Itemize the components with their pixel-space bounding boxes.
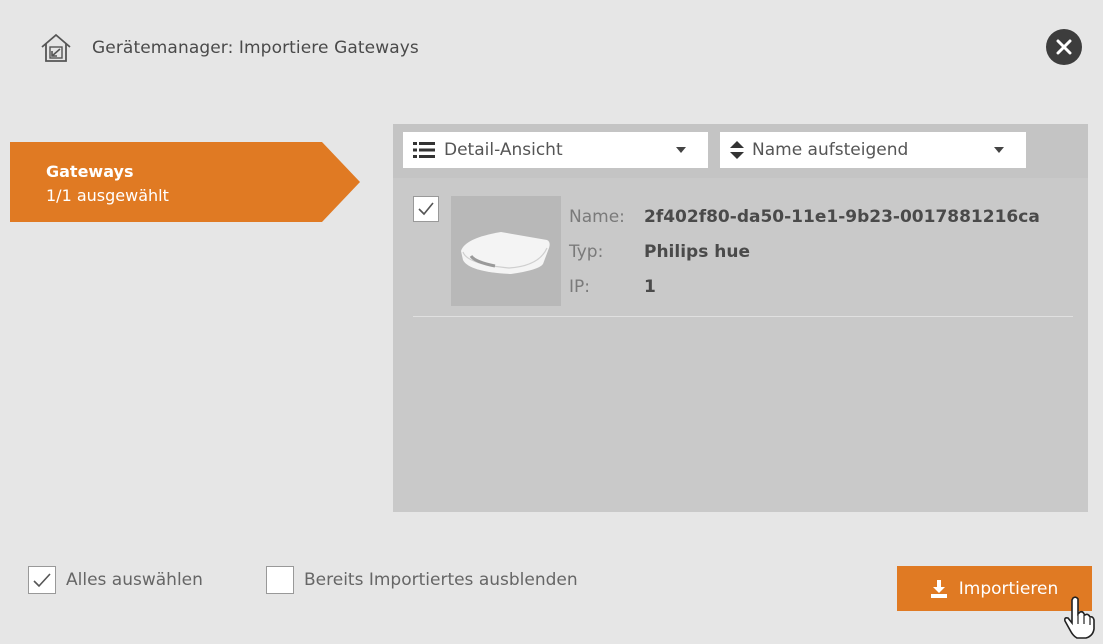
name-label: Name: [569, 207, 625, 227]
chevron-down-icon [994, 147, 1004, 153]
sidebar-tab-title: Gateways [46, 162, 134, 181]
tab-arrow-shape [10, 142, 360, 222]
hide-imported-label: Bereits Importiertes ausblenden [304, 570, 578, 590]
sidebar-item-gateways[interactable]: Gateways 1/1 ausgewählt [10, 142, 360, 222]
type-value: Philips hue [644, 242, 750, 262]
import-label: Importieren [958, 578, 1059, 599]
home-import-icon [41, 33, 71, 62]
sort-dropdown[interactable]: Name aufsteigend [720, 132, 1026, 168]
item-checkbox[interactable] [413, 196, 439, 222]
sort-icon [730, 141, 744, 159]
checkmark-icon [418, 202, 434, 216]
list-item[interactable]: Name: 2f402f80-da50-11e1-9b23-0017881216c… [413, 190, 1073, 317]
select-all-checkbox[interactable]: Alles auswählen [28, 566, 203, 594]
ip-label: IP: [569, 277, 590, 297]
select-all-label: Alles auswählen [66, 570, 203, 590]
name-value: 2f402f80-da50-11e1-9b23-0017881216ca [644, 207, 1040, 227]
close-icon [1056, 39, 1072, 55]
gateway-list-panel: Detail-Ansicht Name aufsteigend Name: 2f4 [393, 124, 1088, 512]
sidebar-tab-subtitle: 1/1 ausgewählt [46, 186, 169, 205]
type-label: Typ: [569, 242, 604, 262]
list-view-icon [413, 142, 435, 158]
list-toolbar: Detail-Ansicht Name aufsteigend [393, 124, 1088, 178]
view-mode-label: Detail-Ansicht [444, 140, 563, 160]
download-icon [930, 579, 947, 598]
gateway-details: Name: 2f402f80-da50-11e1-9b23-0017881216c… [569, 200, 1040, 305]
checkbox-box[interactable] [28, 566, 56, 594]
hide-imported-checkbox[interactable]: Bereits Importiertes ausblenden [266, 566, 578, 594]
sort-label: Name aufsteigend [752, 140, 909, 160]
chevron-down-icon [676, 147, 686, 153]
ip-value: 1 [644, 277, 656, 297]
close-button[interactable] [1046, 29, 1082, 65]
gateway-device-icon [461, 232, 550, 274]
view-mode-dropdown[interactable]: Detail-Ansicht [403, 132, 708, 168]
dialog-header: Gerätemanager: Importiere Gateways [38, 28, 419, 68]
hand-pointer-icon [1064, 596, 1095, 639]
checkbox-box[interactable] [266, 566, 294, 594]
checkmark-icon [33, 572, 51, 587]
dialog-title: Gerätemanager: Importiere Gateways [92, 38, 419, 58]
gateway-thumbnail [451, 196, 561, 306]
